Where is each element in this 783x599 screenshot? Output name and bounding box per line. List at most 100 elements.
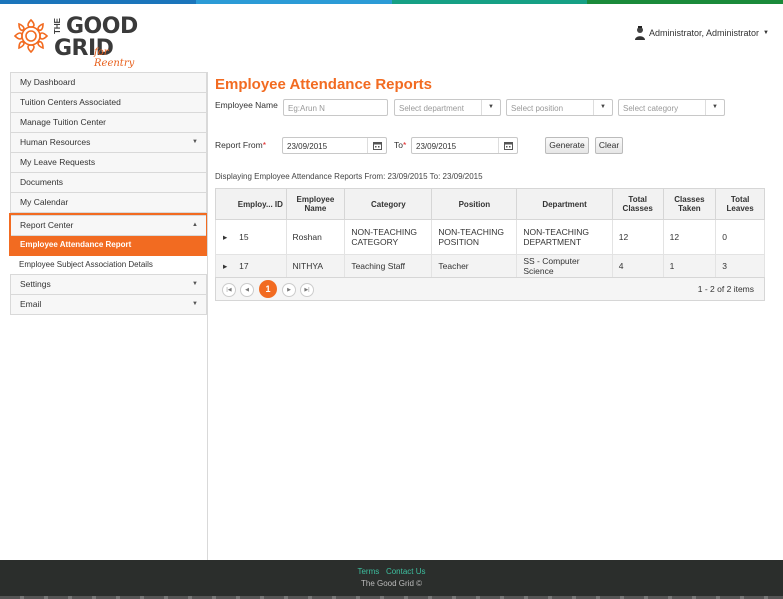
sidebar-subitem-attendance-report[interactable]: Employee Attendance Report (11, 236, 206, 254)
app-header: THE GOOD GRID for Reentry Administrator,… (0, 4, 783, 69)
pager-count: 1 - 2 of 2 items (697, 284, 754, 294)
sidebar-item-label: My Dashboard (20, 77, 76, 87)
sidebar-item-label: My Calendar (20, 197, 69, 207)
cell-category: Teaching Staff (344, 254, 433, 278)
user-avatar-icon (635, 26, 645, 40)
cell-employee-id: 15 (235, 219, 287, 255)
col-header-department[interactable]: Department (516, 188, 613, 220)
cell-total-classes: 12 (612, 219, 664, 255)
col-header-position[interactable]: Position (431, 188, 518, 220)
cell-total-leaves: 3 (715, 254, 765, 278)
required-mark: * (402, 140, 407, 150)
sidebar-item-label: My Leave Requests (20, 157, 96, 167)
date-value: 23/09/2015 (287, 142, 328, 151)
generate-button[interactable]: Generate (545, 137, 589, 154)
required-mark: * (262, 140, 267, 150)
col-header-classes-taken[interactable]: Classes Taken (662, 188, 717, 220)
chevron-up-icon: ▲ (192, 222, 198, 228)
expand-row-icon[interactable]: ▸ (215, 254, 236, 278)
good-grid-logo[interactable]: THE GOOD GRID for Reentry (10, 14, 150, 69)
select-placeholder: Select department (399, 104, 464, 113)
select-placeholder: Select position (511, 104, 564, 113)
sidebar-item-tuition-centers[interactable]: Tuition Centers Associated (10, 93, 207, 113)
footer-links: Terms Contact Us (0, 567, 783, 576)
cell-category: NON-TEACHING CATEGORY (344, 219, 433, 255)
table-row[interactable]: ▸ 15 Roshan NON-TEACHING CATEGORY NON-TE… (215, 219, 765, 255)
report-center-group: Report Center ▲ Employee Attendance Repor… (9, 213, 208, 256)
chevron-down-icon: ▼ (705, 100, 724, 115)
employee-name-input[interactable]: Eg:Arun N (283, 99, 388, 116)
table-pager: |◀ ◀ 1 ▶ ▶| 1 - 2 of 2 items (215, 277, 765, 301)
footer: Terms Contact Us The Good Grid © (0, 560, 783, 599)
sidebar-item-human-resources[interactable]: Human Resources ▼ (10, 133, 207, 153)
position-select[interactable]: Select position ▼ (506, 99, 613, 116)
report-from-text: Report From (215, 140, 263, 150)
report-from-date[interactable]: 23/09/2015 (282, 137, 387, 154)
next-page-icon[interactable]: ▶ (282, 283, 296, 297)
chevron-down-icon: ▼ (763, 30, 769, 36)
terms-link[interactable]: Terms (357, 567, 379, 576)
to-label: To* (394, 140, 406, 150)
report-to-date[interactable]: 23/09/2015 (411, 137, 518, 154)
sidebar-item-documents[interactable]: Documents (10, 173, 207, 193)
cell-total-leaves: 0 (715, 219, 765, 255)
calendar-icon[interactable] (498, 138, 517, 153)
sidebar-item-dashboard[interactable]: My Dashboard (10, 72, 207, 93)
last-page-icon[interactable]: ▶| (300, 283, 314, 297)
expand-row-icon[interactable]: ▸ (215, 219, 236, 255)
sidebar-item-report-center[interactable]: Report Center ▲ (11, 215, 206, 236)
cell-employee-name: Roshan (286, 219, 346, 255)
report-from-label: Report From* (215, 140, 266, 150)
contact-link[interactable]: Contact Us (386, 567, 426, 576)
department-select[interactable]: Select department ▼ (394, 99, 501, 116)
date-value: 23/09/2015 (416, 142, 457, 151)
sidebar-item-settings[interactable]: Settings ▼ (10, 274, 207, 295)
sidebar-subitem-subject-association[interactable]: Employee Subject Association Details (10, 256, 207, 274)
table-row[interactable]: ▸ 17 NITHYA Teaching Staff Teacher SS - … (215, 254, 765, 278)
chevron-down-icon: ▼ (192, 301, 198, 307)
logo-tagline: for Reentry (94, 47, 135, 69)
select-placeholder: Select category (623, 104, 679, 113)
report-range-info: Displaying Employee Attendance Reports F… (215, 172, 483, 181)
cell-total-classes: 4 (612, 254, 664, 278)
sidebar-item-label: Report Center (20, 220, 74, 230)
cell-classes-taken: 12 (663, 219, 717, 255)
page-title: Employee Attendance Reports (215, 76, 432, 93)
to-text: To (394, 140, 403, 150)
cell-position: Teacher (431, 254, 518, 278)
logo-the: THE (53, 18, 62, 34)
table-header-row: Employ... ID Employee Name Category Posi… (215, 188, 765, 220)
sidebar-item-label: Email (20, 299, 42, 309)
flower-logo-icon (13, 18, 49, 54)
sidebar-item-email[interactable]: Email ▼ (10, 295, 207, 315)
col-header-category[interactable]: Category (344, 188, 433, 220)
sidebar-item-calendar[interactable]: My Calendar (10, 193, 207, 213)
prev-page-icon[interactable]: ◀ (240, 283, 254, 297)
user-menu[interactable]: Administrator, Administrator ▼ (635, 26, 769, 40)
chevron-down-icon: ▼ (593, 100, 612, 115)
employee-name-label: Employee Name (215, 100, 278, 110)
col-header-total-leaves[interactable]: Total Leaves (715, 188, 765, 220)
cell-employee-name: NITHYA (286, 254, 346, 278)
calendar-icon[interactable] (367, 138, 386, 153)
input-placeholder: Eg:Arun N (288, 104, 325, 113)
sidebar-item-manage-tuition[interactable]: Manage Tuition Center (10, 113, 207, 133)
footer-copyright: The Good Grid © (360, 579, 423, 588)
user-name: Administrator, Administrator (649, 28, 760, 38)
chevron-down-icon: ▼ (192, 139, 198, 145)
first-page-icon[interactable]: |◀ (222, 283, 236, 297)
expand-col-header (215, 188, 236, 220)
col-header-employee-id[interactable]: Employ... ID (235, 188, 287, 220)
cell-employee-id: 17 (235, 254, 287, 278)
cell-department: NON-TEACHING DEPARTMENT (516, 219, 613, 255)
category-select[interactable]: Select category ▼ (618, 99, 725, 116)
clear-button[interactable]: Clear (595, 137, 623, 154)
sidebar-item-leave-requests[interactable]: My Leave Requests (10, 153, 207, 173)
sidebar-item-label: Settings (20, 279, 51, 289)
col-header-total-classes[interactable]: Total Classes (611, 188, 664, 220)
current-page-button[interactable]: 1 (259, 280, 277, 298)
cell-classes-taken: 1 (663, 254, 717, 278)
sidebar-item-label: Human Resources (20, 137, 91, 147)
col-header-employee-name[interactable]: Employee Name (285, 188, 346, 220)
attendance-table: Employ... ID Employee Name Category Posi… (215, 188, 765, 278)
